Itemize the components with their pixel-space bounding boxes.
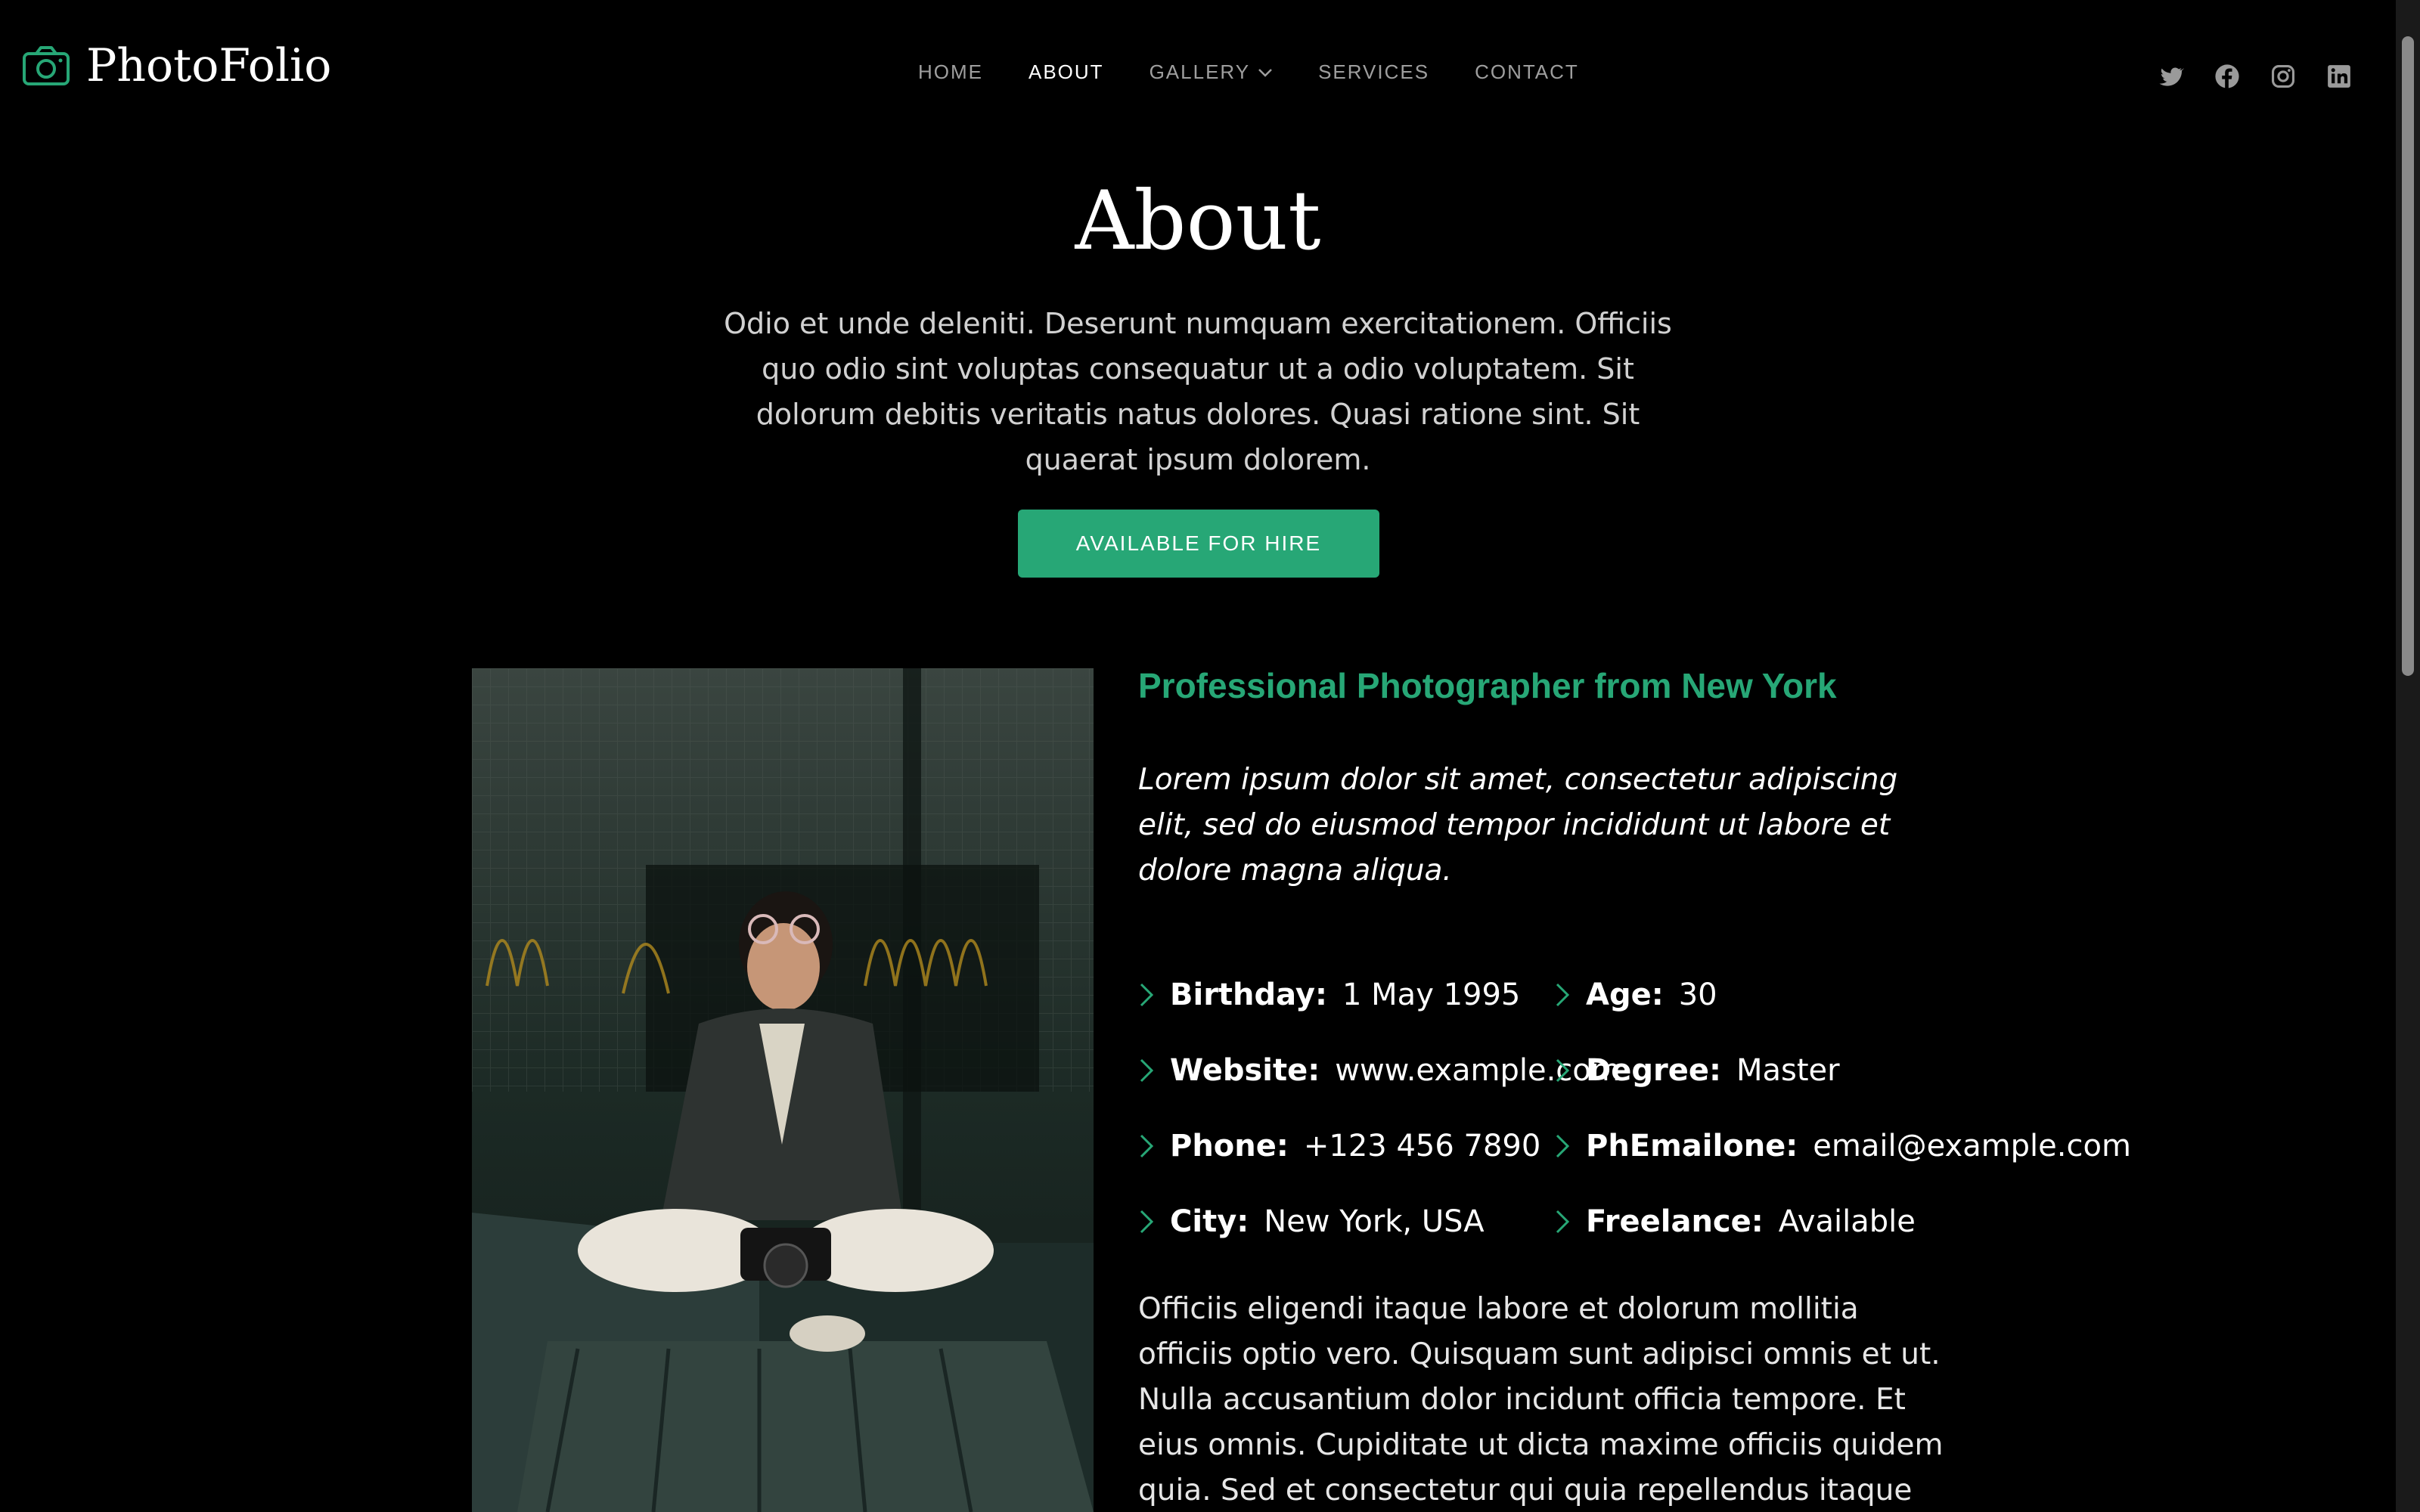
about-body-text: Officiis eligendi itaque labore et dolor…: [1138, 1292, 1944, 1507]
chevron-right-icon: [1140, 1058, 1154, 1083]
nav-services[interactable]: SERVICES: [1318, 60, 1429, 84]
info-value: email@example.com: [1813, 1129, 2131, 1163]
info-label: City:: [1170, 1204, 1249, 1239]
info-label: Birthday:: [1170, 978, 1327, 1012]
info-item-city: City: New York, USA: [1138, 1184, 1621, 1259]
info-label: PhEmailone:: [1586, 1129, 1798, 1163]
info-item-website: Website: www.example.com: [1138, 1033, 1621, 1108]
info-value: New York, USA: [1264, 1204, 1485, 1239]
info-item-age: Age: 30: [1554, 957, 2131, 1033]
nav-gallery[interactable]: GALLERY: [1150, 60, 1273, 84]
info-value: 30: [1678, 978, 1717, 1012]
info-item-phone: Phone: +123 456 7890: [1138, 1108, 1621, 1184]
chevron-right-icon: [1140, 1210, 1154, 1234]
photographer-photo: [472, 668, 1094, 1512]
photo-illustration: [472, 668, 1094, 1512]
logo-text: PhotoFolio: [86, 39, 332, 92]
nav-about[interactable]: ABOUT: [1028, 60, 1104, 84]
info-item-degree: Degree: Master: [1554, 1033, 2131, 1108]
main-nav: HOME ABOUT GALLERY SERVICES CONTACT: [918, 60, 1624, 84]
info-label: Degree:: [1586, 1053, 1721, 1088]
available-for-hire-button[interactable]: AVAILABLE FOR HIRE: [1018, 510, 1379, 578]
chevron-right-icon: [1140, 1134, 1154, 1158]
info-value: Master: [1736, 1053, 1840, 1088]
page: PhotoFolio HOME ABOUT GALLERY SERVICES C…: [0, 0, 2420, 1512]
info-value: +123 456 7890: [1303, 1129, 1541, 1163]
nav-gallery-label: GALLERY: [1149, 60, 1251, 83]
info-value: 1 May 1995: [1342, 978, 1521, 1012]
instagram-icon[interactable]: [2270, 64, 2296, 89]
chevron-right-icon: [1556, 1058, 1570, 1083]
site-header: PhotoFolio HOME ABOUT GALLERY SERVICES C…: [0, 0, 2396, 148]
logo[interactable]: PhotoFolio: [21, 39, 331, 92]
info-label: Phone:: [1170, 1129, 1289, 1163]
linkedin-icon[interactable]: [2326, 64, 2352, 89]
chevron-right-icon: [1556, 983, 1570, 1007]
info-item-email: PhEmailone: email@example.com: [1554, 1108, 2131, 1184]
chevron-down-icon: [1258, 68, 1272, 77]
info-value: Available: [1778, 1204, 1916, 1239]
chevron-right-icon: [1140, 983, 1154, 1007]
info-item-freelance: Freelance: Available: [1554, 1184, 2131, 1259]
info-list-right: Age: 30 Degree: Master PhEmailone: email…: [1554, 957, 2131, 1259]
scrollbar-thumb[interactable]: [2402, 36, 2414, 676]
camera-icon: [23, 46, 70, 85]
chevron-right-icon: [1556, 1134, 1570, 1158]
info-label: Age:: [1586, 978, 1664, 1012]
chevron-right-icon: [1556, 1210, 1570, 1234]
intro-text: Odio et unde deleniti. Deserunt numquam …: [724, 307, 1672, 476]
info-list-left: Birthday: 1 May 1995 Website: www.exampl…: [1138, 957, 1621, 1259]
info-label: Website:: [1170, 1053, 1320, 1088]
nav-home[interactable]: HOME: [918, 60, 983, 84]
about-heading: Professional Photographer from New York: [1138, 666, 1837, 705]
page-title: About: [1075, 174, 1321, 268]
about-quote: Lorem ipsum dolor sit amet, consectetur …: [1138, 763, 1898, 888]
twitter-icon[interactable]: [2158, 64, 2184, 89]
scrollbar[interactable]: [2396, 0, 2420, 1512]
info-label: Freelance:: [1586, 1204, 1764, 1239]
info-item-birthday: Birthday: 1 May 1995: [1138, 957, 1621, 1033]
social-links: [2158, 64, 2352, 89]
nav-contact[interactable]: CONTACT: [1475, 60, 1579, 84]
facebook-icon[interactable]: [2214, 64, 2240, 89]
